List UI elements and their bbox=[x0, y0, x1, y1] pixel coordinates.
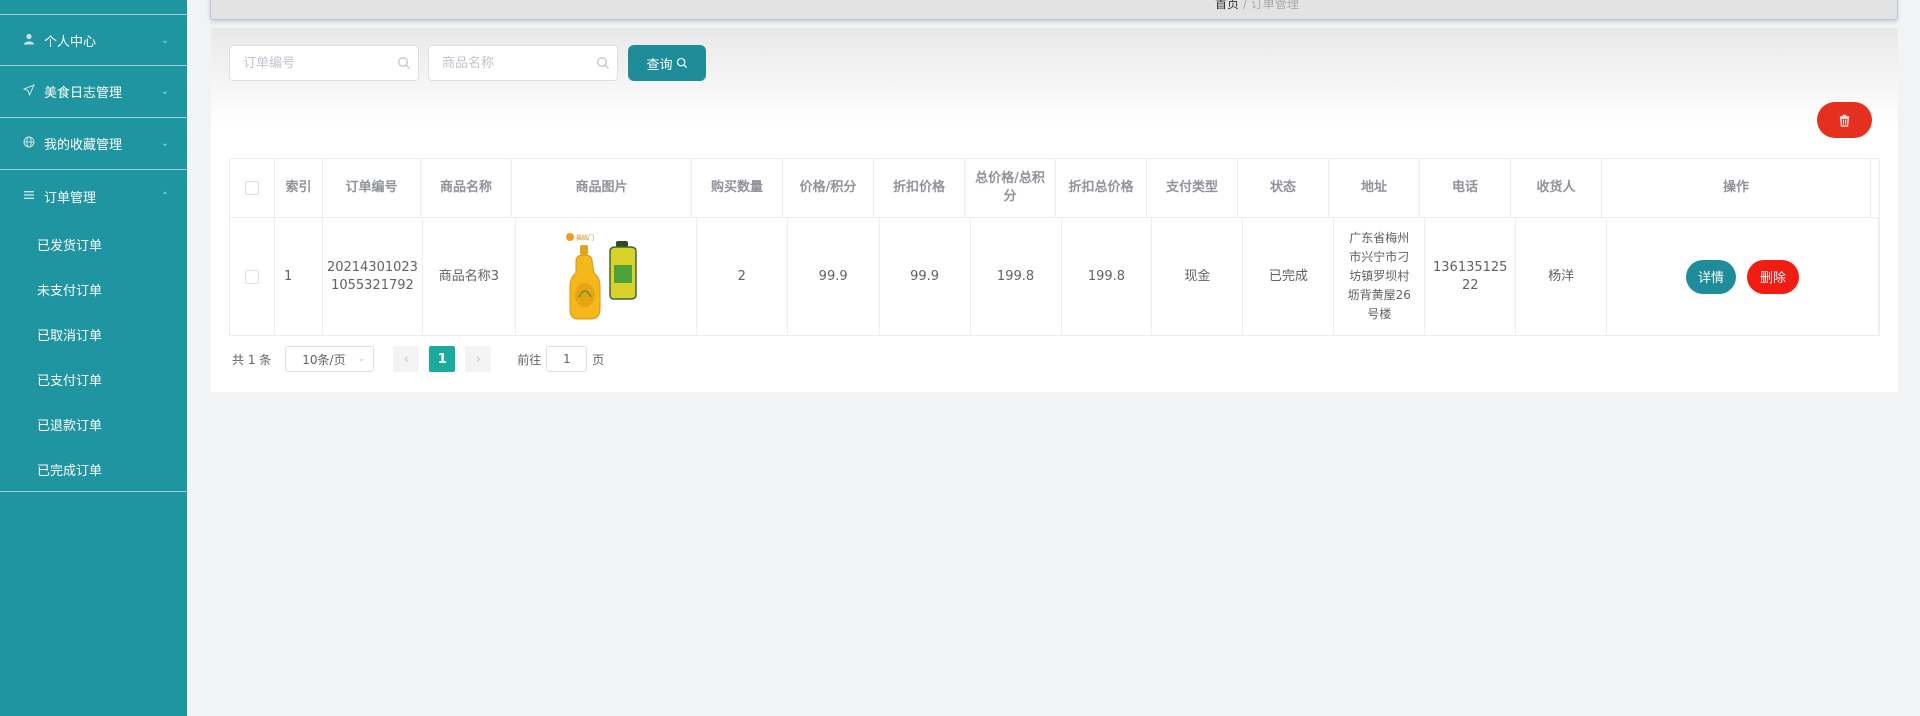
cell-product-name: 商品名称3 bbox=[423, 218, 516, 335]
menu-order-management[interactable]: 订单管理 ⌃ bbox=[0, 170, 187, 222]
header-receiver: 收货人 bbox=[1511, 159, 1602, 217]
breadcrumb: 首页 / 订单管理 bbox=[1215, 0, 1299, 12]
cell-discount-price: 99.9 bbox=[880, 218, 971, 335]
chevron-left-icon: ‹ bbox=[403, 351, 409, 367]
cell-order-no: 20214301023 1055321792 bbox=[323, 218, 423, 335]
submenu-refunded-orders[interactable]: 已退款订单 bbox=[0, 402, 187, 447]
menu-label: 美食日志管理 bbox=[44, 86, 123, 101]
page-suffix: 页 bbox=[592, 352, 605, 367]
header-price: 价格/积分 bbox=[783, 159, 874, 217]
row-checkbox[interactable] bbox=[244, 269, 259, 284]
cell-discount-total: 199.8 bbox=[1062, 218, 1153, 335]
header-status: 状态 bbox=[1238, 159, 1329, 217]
menu-label: 个人中心 bbox=[44, 34, 97, 50]
svg-text:福临门: 福临门 bbox=[576, 234, 594, 242]
total-count: 共 1 条 bbox=[232, 352, 272, 367]
page-size-value: 10条/页 bbox=[302, 352, 346, 367]
sidebar: 个人中心 ⌄ 美食日志管理 ⌄ 我的收藏管理 ⌄ 订单管理 ⌃ 已发货订单 未支… bbox=[0, 0, 187, 716]
submenu-completed-orders[interactable]: 已完成订单 bbox=[0, 447, 187, 492]
page-size-select[interactable]: 10条/页 ⌄ bbox=[285, 346, 375, 372]
menu-food-log[interactable]: 美食日志管理 ⌄ bbox=[0, 66, 187, 118]
cell-phone: 136135125 22 bbox=[1425, 218, 1517, 335]
header-quantity: 购买数量 bbox=[692, 159, 783, 217]
globe-icon bbox=[22, 136, 36, 151]
header-product-name: 商品名称 bbox=[421, 159, 512, 217]
query-label: 查询 bbox=[646, 57, 673, 73]
breadcrumb-separator: / bbox=[1242, 0, 1247, 11]
main-card: 查询 索引 订单编号 商品名称 商品图片 购买数量 价格/积分 折扣价格 总价格… bbox=[211, 28, 1898, 392]
chevron-down-icon: ⌄ bbox=[357, 354, 366, 364]
cell-index: 1 bbox=[275, 218, 323, 335]
query-button[interactable]: 查询 bbox=[628, 45, 706, 81]
chevron-down-icon: ⌄ bbox=[160, 86, 169, 97]
cell-receiver: 杨洋 bbox=[1516, 218, 1608, 335]
detail-button[interactable]: 详情 bbox=[1686, 259, 1737, 294]
user-icon bbox=[22, 33, 36, 48]
select-all-cell bbox=[230, 159, 275, 217]
search-icon bbox=[676, 57, 687, 69]
header-order-no: 订单编号 bbox=[323, 159, 421, 217]
cell-product-image: 福临门 bbox=[516, 218, 697, 335]
header-total: 总价格/总积分 bbox=[965, 159, 1056, 217]
header-discount-price: 折扣价格 bbox=[874, 159, 965, 217]
table-row: 1 20214301023 1055321792 商品名称3 福临门 2 99.… bbox=[229, 218, 1880, 336]
order-number-input[interactable] bbox=[229, 45, 419, 81]
send-icon bbox=[22, 84, 36, 99]
cell-actions: 详情 删除 bbox=[1607, 218, 1879, 335]
delete-button[interactable]: 删除 bbox=[1747, 259, 1800, 294]
top-bar: 首页 / 订单管理 bbox=[210, 0, 1898, 20]
header-discount-total: 折扣总价格 bbox=[1056, 159, 1147, 217]
menu-label: 订单管理 bbox=[44, 190, 97, 206]
menu-label: 我的收藏管理 bbox=[44, 138, 123, 153]
next-page-button[interactable]: › bbox=[465, 346, 492, 372]
trash-icon bbox=[1839, 114, 1850, 127]
bulk-delete-button[interactable] bbox=[1817, 102, 1872, 138]
chevron-up-icon: ⌃ bbox=[160, 190, 169, 202]
header-phone: 电话 bbox=[1420, 159, 1511, 217]
breadcrumb-current: 订单管理 bbox=[1250, 0, 1299, 11]
goto-page-input[interactable] bbox=[546, 346, 588, 372]
chevron-right-icon: › bbox=[475, 351, 481, 367]
prev-page-button[interactable]: ‹ bbox=[393, 346, 420, 372]
chevron-down-icon: ⌄ bbox=[160, 34, 169, 46]
table-header: 索引 订单编号 商品名称 商品图片 购买数量 价格/积分 折扣价格 总价格/总积… bbox=[229, 158, 1880, 218]
submenu-unpaid-orders[interactable]: 未支付订单 bbox=[0, 267, 187, 312]
product-image[interactable]: 福临门 bbox=[564, 229, 648, 325]
submenu-shipped-orders[interactable]: 已发货订单 bbox=[0, 222, 187, 267]
orders-table: 索引 订单编号 商品名称 商品图片 购买数量 价格/积分 折扣价格 总价格/总积… bbox=[229, 158, 1880, 336]
product-name-input[interactable] bbox=[428, 45, 618, 81]
cell-total: 199.8 bbox=[971, 218, 1062, 335]
search-icon bbox=[597, 57, 609, 69]
page-number-current[interactable]: 1 bbox=[429, 346, 456, 372]
cell-pay-type: 现金 bbox=[1152, 218, 1244, 335]
menu-favorites[interactable]: 我的收藏管理 ⌄ bbox=[0, 118, 187, 170]
submenu-cancelled-orders[interactable]: 已取消订单 bbox=[0, 312, 187, 357]
cell-price: 99.9 bbox=[788, 218, 880, 335]
header-actions: 操作 bbox=[1602, 159, 1871, 217]
menu-icon bbox=[22, 189, 36, 204]
header-product-image: 商品图片 bbox=[512, 159, 692, 217]
header-index: 索引 bbox=[275, 159, 323, 217]
menu-personal-center[interactable]: 个人中心 ⌄ bbox=[0, 14, 187, 66]
breadcrumb-home[interactable]: 首页 bbox=[1215, 0, 1239, 11]
pagination: 共 1 条 10条/页 ⌄ ‹ 1 › 前往 页 bbox=[232, 346, 604, 372]
chevron-down-icon: ⌄ bbox=[160, 138, 169, 149]
select-all-checkbox[interactable] bbox=[245, 181, 259, 195]
goto-label: 前往 bbox=[517, 352, 542, 367]
cell-status: 已完成 bbox=[1243, 218, 1335, 335]
header-address: 地址 bbox=[1329, 159, 1420, 217]
cell-address: 广东省梅州市兴宁市刁坊镇罗坝村坜背黄屋26号楼 bbox=[1334, 218, 1426, 335]
submenu-paid-orders[interactable]: 已支付订单 bbox=[0, 357, 187, 402]
header-pay-type: 支付类型 bbox=[1147, 159, 1238, 217]
cell-quantity: 2 bbox=[697, 218, 788, 335]
search-icon bbox=[398, 57, 410, 69]
